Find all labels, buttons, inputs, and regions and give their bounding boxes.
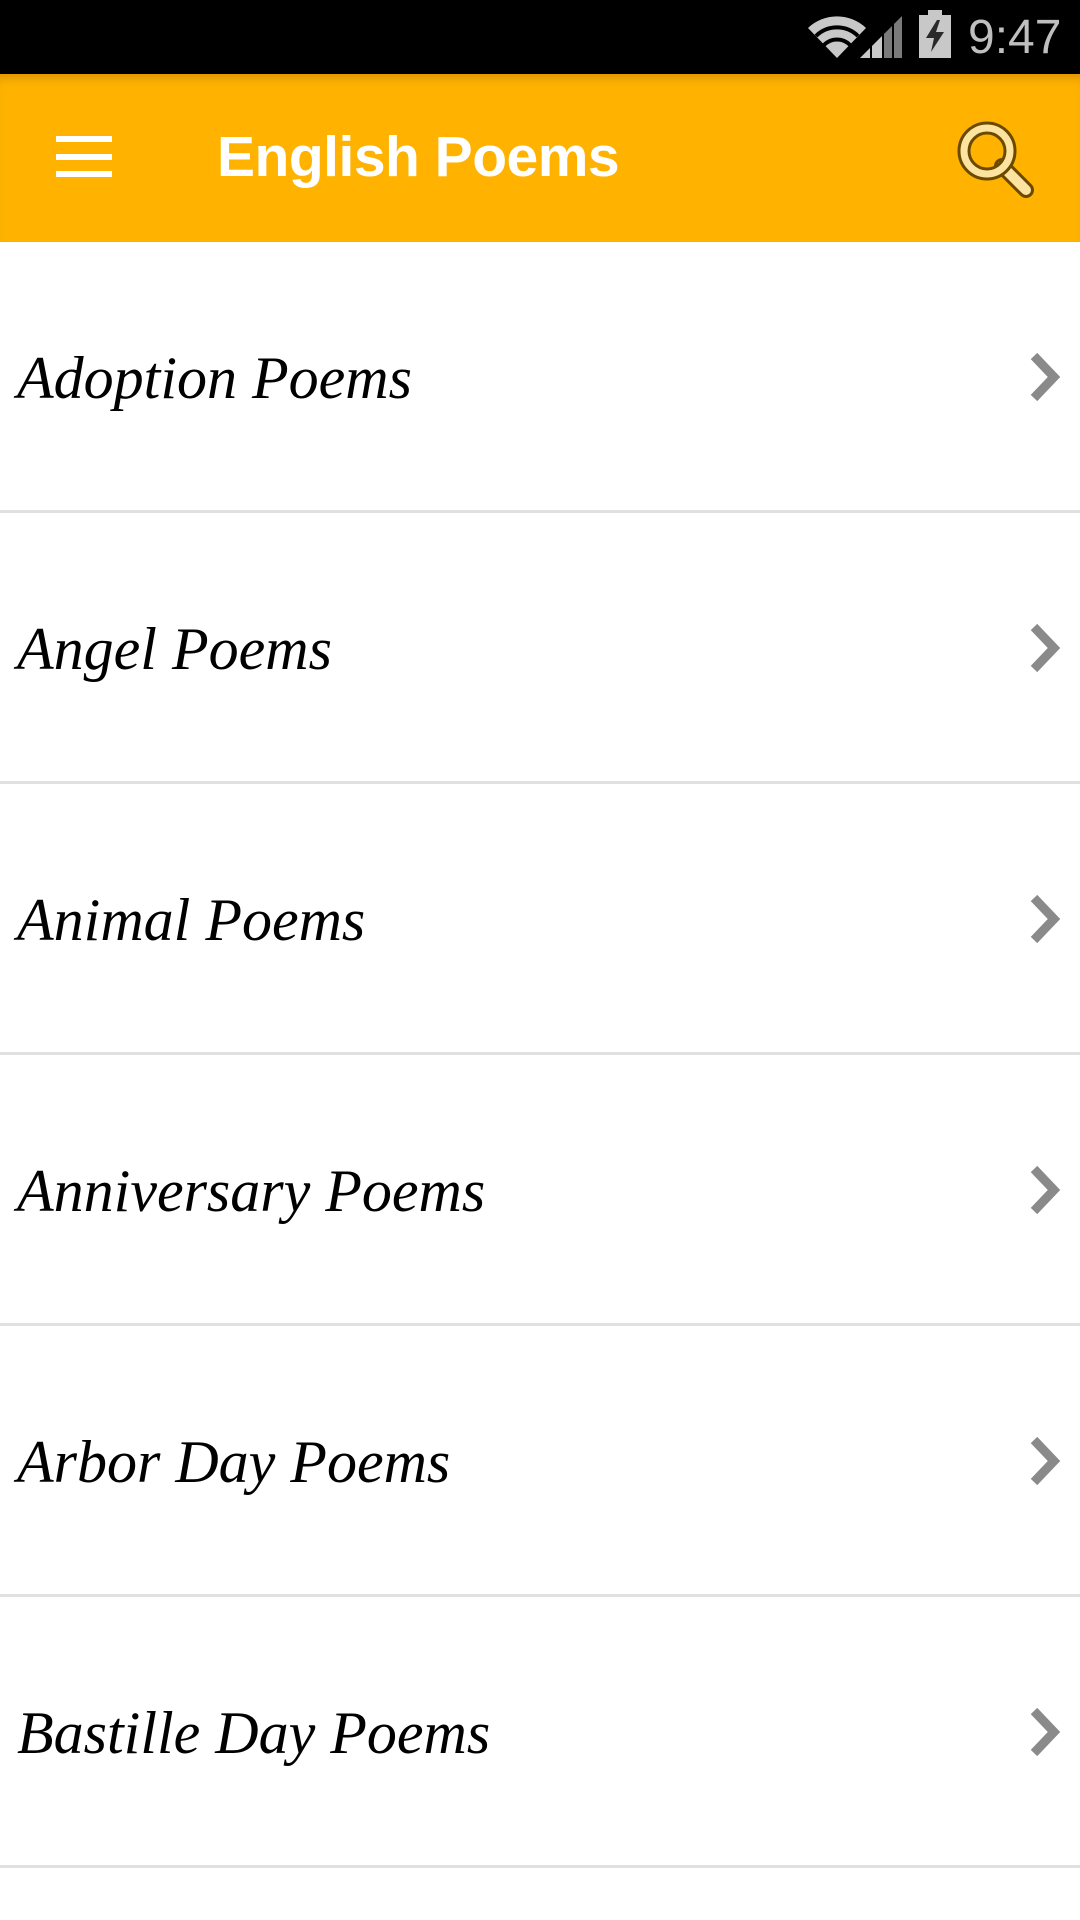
list-item-label: Arbor Day Poems	[17, 1429, 451, 1495]
app-toolbar: English Poems	[0, 74, 1080, 242]
list-item-label: Animal Poems	[17, 887, 366, 953]
signal-icon	[860, 16, 902, 58]
chevron-right-icon	[1030, 623, 1061, 673]
chevron-right-icon	[1030, 1707, 1061, 1757]
list-item-label: Angel Poems	[17, 616, 332, 682]
page-title: English Poems	[217, 125, 620, 189]
menu-button[interactable]	[40, 114, 128, 194]
list-item[interactable]: Adoption Poems	[0, 242, 1080, 513]
search-icon	[957, 121, 1034, 198]
battery-charging-icon	[919, 10, 951, 58]
status-time: 9:47	[968, 11, 1062, 64]
chevron-right-icon	[1030, 352, 1061, 402]
search-button[interactable]	[950, 114, 1040, 204]
list-item[interactable]: Anniversary Poems	[0, 1055, 1080, 1326]
list-item[interactable]: Animal Poems	[0, 784, 1080, 1055]
chevron-right-icon	[1030, 1165, 1061, 1215]
list-item[interactable]: Bastille Day Poems	[0, 1597, 1080, 1868]
list-item-label: Bastille Day Poems	[17, 1700, 491, 1766]
list-item[interactable]: Angel Poems	[0, 513, 1080, 784]
status-bar: 9:47	[0, 0, 1080, 74]
poem-category-list: Adoption Poems Angel Poems Animal Poems …	[0, 242, 1080, 1868]
list-item-label: Anniversary Poems	[17, 1158, 486, 1224]
chevron-right-icon	[1030, 1436, 1061, 1486]
chevron-right-icon	[1030, 894, 1061, 944]
list-item-label: Adoption Poems	[17, 345, 412, 411]
list-item[interactable]: Arbor Day Poems	[0, 1326, 1080, 1597]
